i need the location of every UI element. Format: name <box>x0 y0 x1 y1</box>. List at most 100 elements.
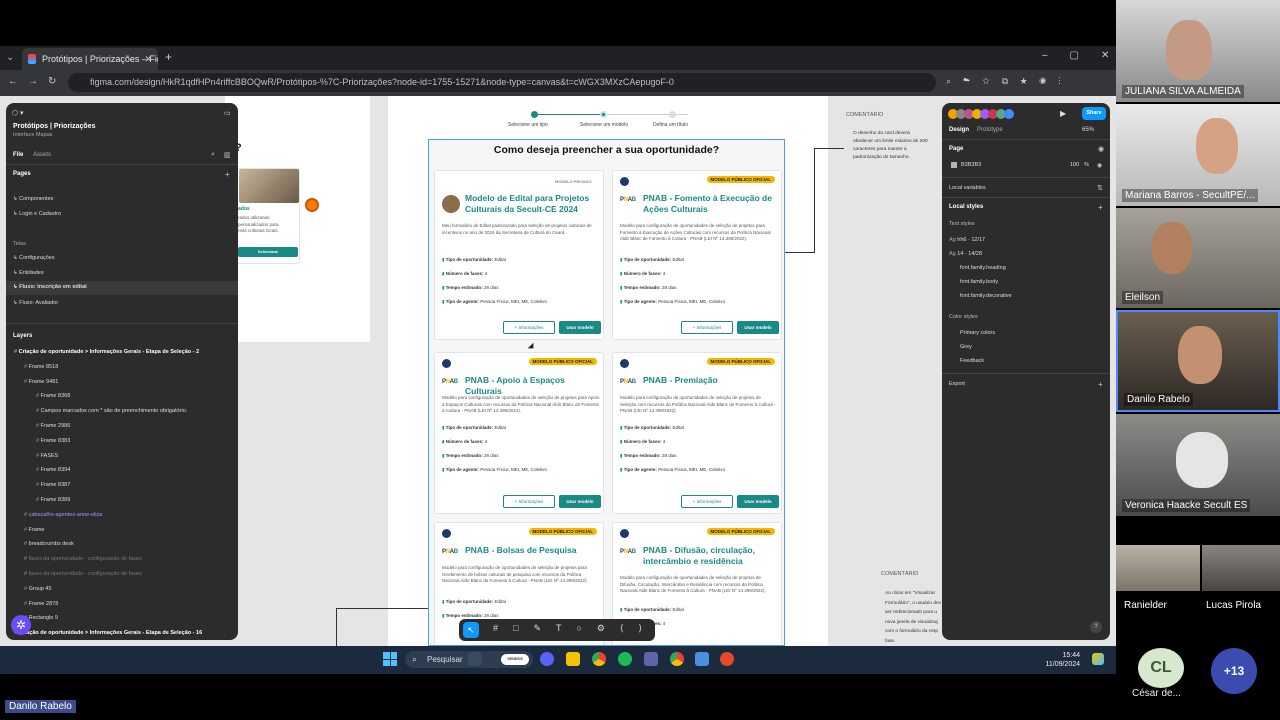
page-item-componentes[interactable]: ↳ Componentes <box>13 196 53 202</box>
text-style-group[interactable]: font.family.heading <box>960 265 1006 271</box>
info-button[interactable]: + Informações <box>503 321 555 334</box>
help-button[interactable]: ? <box>1090 621 1102 633</box>
eye-toggle-icon[interactable]: ◉ <box>1097 162 1102 169</box>
video-tile-small[interactable] <box>1202 545 1280 591</box>
text-style-group[interactable]: font.family.decorative <box>960 293 1012 299</box>
color-style-group[interactable]: Primary colors <box>960 330 995 336</box>
tab-assets[interactable]: Assets <box>33 152 51 158</box>
info-button[interactable]: + Informações <box>681 495 733 508</box>
page-item-entidades[interactable]: ↳ Entidades <box>13 270 44 276</box>
eye-icon[interactable]: ◉ <box>1098 145 1104 153</box>
avatar[interactable]: CL <box>1138 648 1184 688</box>
layer-item[interactable]: # Criação de oportunidade > Informações … <box>14 630 202 636</box>
windows-start-icon[interactable] <box>383 652 397 666</box>
spotify-icon[interactable] <box>618 652 632 666</box>
template-card[interactable]: MODELO PÚBLICO OFICIAL PNAB PNAB - Apoio à… <box>434 352 604 514</box>
page-item-avaliador[interactable]: ↳ Fluxo: Avaliador <box>13 300 58 306</box>
layer-item[interactable]: # Frame 8394 <box>36 467 70 473</box>
add-page-icon[interactable]: + <box>225 170 230 179</box>
url-input[interactable]: figma.com/design/HkR1qdfHPn4riffcBBOQwR/… <box>68 73 936 92</box>
bg-select-button[interactable]: Selecionar <box>238 247 298 257</box>
browser-tab[interactable]: Protótipos | Priorizações – Figm ✕ <box>22 48 158 70</box>
page-opacity[interactable]: 100 <box>1070 162 1079 168</box>
teams-icon[interactable] <box>644 652 658 666</box>
template-card[interactable]: MODELO PÚBLICO OFICIAL PNAB PNAB - Premiaç… <box>612 352 782 514</box>
layer-item[interactable]: # Frame 8368 <box>36 393 70 399</box>
zoom-level[interactable]: 65% <box>1082 127 1094 133</box>
clock[interactable]: 15:44 11/09/2024 <box>1040 651 1080 669</box>
layer-item[interactable]: # fases da oportunidade - configuração d… <box>24 556 142 562</box>
comment-pin-icon[interactable] <box>305 198 319 212</box>
layer-item[interactable]: # Frame <box>24 527 44 533</box>
tab-design[interactable]: Design <box>949 127 969 133</box>
video-tile[interactable]: Mariana Barros - SecultPE/... <box>1116 104 1280 206</box>
layer-item[interactable]: # Campos marcados com * são de preenchim… <box>36 408 187 414</box>
nav-buttons[interactable]: ←→↻ <box>8 76 66 87</box>
file-title[interactable]: Protótipos | Priorizações <box>13 123 95 130</box>
layer-item[interactable]: # Group 45 <box>24 586 52 592</box>
figma-menu-icon[interactable]: ⬡ ▾ <box>12 109 24 117</box>
video-tile[interactable]: JULIANA SILVA ALMEIDA <box>1116 0 1280 102</box>
layer-item[interactable]: # Frame 8383 <box>36 438 70 444</box>
video-tile-small[interactable] <box>1116 545 1200 591</box>
layer-item[interactable]: # Criação de oportunidade > Informações … <box>14 349 199 355</box>
layer-item[interactable]: # cabecalho-agentes-anne-eliza <box>24 512 102 518</box>
local-variables[interactable]: Local variables <box>949 185 986 191</box>
color-style-group[interactable]: Feedback <box>960 358 984 364</box>
video-tile[interactable]: Eleilson <box>1116 208 1280 308</box>
info-button[interactable]: + Informações <box>503 495 555 508</box>
template-card[interactable]: MODELO PÚBLICO OFICIAL PNAB PNAB - Fomento… <box>612 170 782 340</box>
share-button[interactable]: Share <box>1082 107 1106 120</box>
layer-item[interactable]: # Frame 8389 <box>36 497 70 503</box>
layer-item[interactable]: # FASES <box>36 453 58 459</box>
more-participants-button[interactable]: +13 <box>1211 648 1257 694</box>
use-template-button[interactable]: Usar modelo <box>559 495 601 508</box>
notification-icon[interactable] <box>1092 653 1104 665</box>
tab-file[interactable]: File <box>13 152 23 158</box>
page-item-login[interactable]: ↳ Login e Cadastro <box>13 211 61 217</box>
use-template-button[interactable]: Usar modelo <box>559 321 601 334</box>
plugin-icon[interactable]: ✲ <box>11 615 31 635</box>
discord-icon[interactable] <box>540 652 554 666</box>
layer-item[interactable]: # Frame 8518 <box>24 364 58 370</box>
text-style-group[interactable]: font.family.body <box>960 279 998 285</box>
page-item-inscricao[interactable]: ↳ Fluxo: Inscrição em edital <box>6 281 238 295</box>
close-tab-icon[interactable]: ✕ <box>144 48 152 70</box>
layer-item[interactable]: # Frame 2986 <box>36 423 70 429</box>
move-tool-icon[interactable]: ↖ <box>463 622 479 638</box>
text-style-item[interactable]: Ag 14 · 14/28 <box>949 251 982 257</box>
layer-item[interactable]: # Frame 2878 <box>24 601 58 607</box>
color-style-group[interactable]: Grey <box>960 344 972 350</box>
info-button[interactable]: + Informações <box>681 321 733 334</box>
library-icon[interactable]: ▥ <box>224 151 231 159</box>
notepad-icon[interactable] <box>695 652 709 666</box>
tab-list-chevron-icon[interactable]: ⌄ <box>6 52 14 63</box>
search-layers-icon[interactable]: ⌕ <box>211 151 215 159</box>
file-explorer-icon[interactable] <box>566 652 580 666</box>
add-export-icon[interactable]: + <box>1098 380 1103 389</box>
task-view-icon[interactable] <box>468 652 482 666</box>
app-icon[interactable] <box>720 652 734 666</box>
variables-icon[interactable]: ⇅ <box>1097 184 1103 192</box>
use-template-button[interactable]: Usar modelo <box>737 495 779 508</box>
layer-item[interactable]: # Frame 9481 <box>24 379 58 385</box>
page-color-swatch[interactable] <box>951 162 957 168</box>
tab-prototype[interactable]: Prototype <box>977 127 1003 133</box>
panel-toggle-icon[interactable]: ▭ <box>224 109 231 117</box>
template-card[interactable]: MODELO PRIVADO Modelo de Edital para Proj… <box>434 170 604 340</box>
add-style-icon[interactable]: + <box>1098 203 1103 212</box>
layer-item[interactable]: # Frame 8387 <box>36 482 70 488</box>
present-icon[interactable]: ▶ <box>1060 109 1066 118</box>
tool-icons[interactable]: #□✎T○⚙⟨⟩ <box>493 623 657 634</box>
export-heading[interactable]: Export <box>949 381 965 387</box>
video-tile[interactable]: Veronica Haacke Secult ES <box>1116 414 1280 516</box>
browser-toolbar-icons[interactable]: ⌕☁☆⧉★◉⋮ <box>946 76 1073 87</box>
chrome-profile-icon[interactable] <box>670 652 684 666</box>
use-template-button[interactable]: Usar modelo <box>737 321 779 334</box>
page-color-hex[interactable]: B3B3B3 <box>961 162 981 168</box>
page-item-configuracoes[interactable]: ↳ Configurações <box>13 255 55 261</box>
layer-item[interactable]: # breadcrumbs desk <box>24 541 74 547</box>
chrome-icon[interactable] <box>592 652 606 666</box>
layer-item[interactable]: # fases da oportunidade - configuração d… <box>24 571 142 577</box>
text-style-item[interactable]: Ag hh6 · 12/17 <box>949 237 985 243</box>
